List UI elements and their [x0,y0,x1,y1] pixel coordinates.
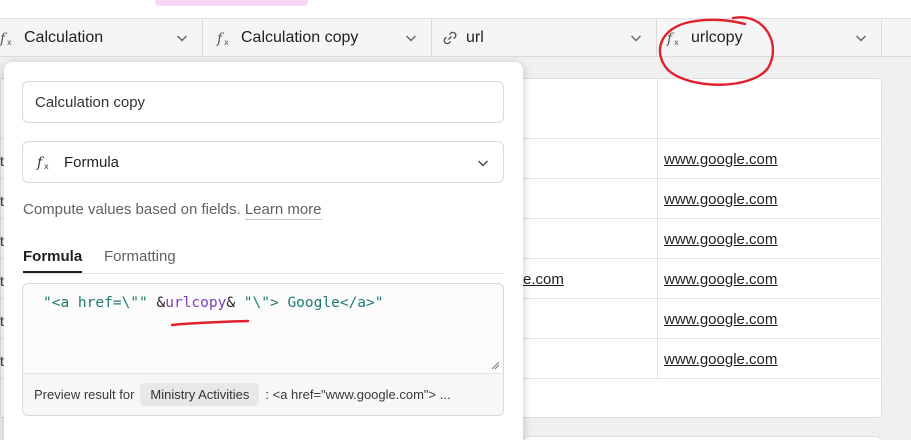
formula-operator: & [156,295,166,311]
svg-text:x: x [674,38,679,47]
column-header-label: url [466,29,484,46]
field-name-value: Calculation copy [35,93,146,111]
field-name-input[interactable]: Calculation copy [22,81,504,123]
description-text: Compute values based on fields. [23,201,241,218]
urlcopy-cell-link[interactable]: www.google.com [664,351,777,368]
learn-more-link[interactable]: Learn more [244,201,322,220]
view-tab-highlight[interactable] [155,0,308,6]
column-header-calculation[interactable]: fx Calculation [0,19,203,57]
top-strip [0,0,911,18]
formula-field-reference: urlcopy [165,295,227,311]
formula-icon: fx [36,155,49,171]
formula-preview-bar: Preview result for Ministry Activities :… [23,373,503,415]
urlcopy-cell-link[interactable]: www.google.com [664,311,777,328]
column-header-calculation-copy[interactable]: fx Calculation copy [207,19,432,57]
grid-card-bottom [523,436,881,440]
urlcopy-cell-link[interactable]: www.google.com [664,231,777,248]
column-header-urlcopy[interactable]: fx urlcopy [657,19,882,57]
config-tabs: Formula Formatting [23,248,504,274]
field-type-label: Formula [64,153,120,171]
chevron-down-icon[interactable] [630,32,642,44]
formula-code[interactable]: "<a href=\"" &urlcopy& "\"> Google</a>" [43,295,383,311]
svg-text:x: x [44,162,49,171]
tab-formula[interactable]: Formula [23,248,83,273]
column-header-label: Calculation copy [241,29,359,46]
column-divider [657,79,658,379]
tab-formatting[interactable]: Formatting [104,248,176,271]
preview-label: Preview result for [34,387,135,402]
formula-editor[interactable]: "<a href=\"" &urlcopy& "\"> Google</a>" … [22,283,504,416]
urlcopy-cell-link[interactable]: www.google.com [664,151,777,168]
chevron-down-icon[interactable] [176,32,188,44]
column-header-label: Calculation [24,29,104,46]
preview-record-chip[interactable]: Ministry Activities [140,383,260,406]
chevron-down-icon [478,160,488,167]
svg-text:x: x [224,38,229,47]
urlcopy-cell-link[interactable]: www.google.com [664,191,777,208]
field-config-panel: Calculation copy fx Formula Compute valu… [4,62,523,440]
urlcopy-cell-link[interactable]: www.google.com [664,271,777,288]
link-icon [443,31,457,45]
formula-icon: fx [0,31,12,47]
formula-string: "<a href=\"" [43,295,157,311]
column-header-label: urlcopy [691,29,743,46]
formula-icon: fx [216,31,229,47]
url-cell-link[interactable]: e.com [523,271,564,288]
svg-text:x: x [7,38,12,47]
chevron-down-icon[interactable] [405,32,417,44]
grid-header-row: fx Calculation fx Calculation copy url f… [0,18,911,57]
chevron-down-icon[interactable] [855,32,867,44]
field-type-description: Compute values based on fields. Learn mo… [23,201,322,220]
resize-handle-icon[interactable] [490,360,500,370]
formula-string: "\"> Google</a>" [235,295,384,311]
formula-icon: fx [666,31,679,47]
field-type-select[interactable]: fx Formula [22,141,504,183]
formula-operator: & [226,295,236,311]
column-header-url[interactable]: url [432,19,657,57]
preview-result: : <a href="www.google.com"> ... [265,387,451,402]
